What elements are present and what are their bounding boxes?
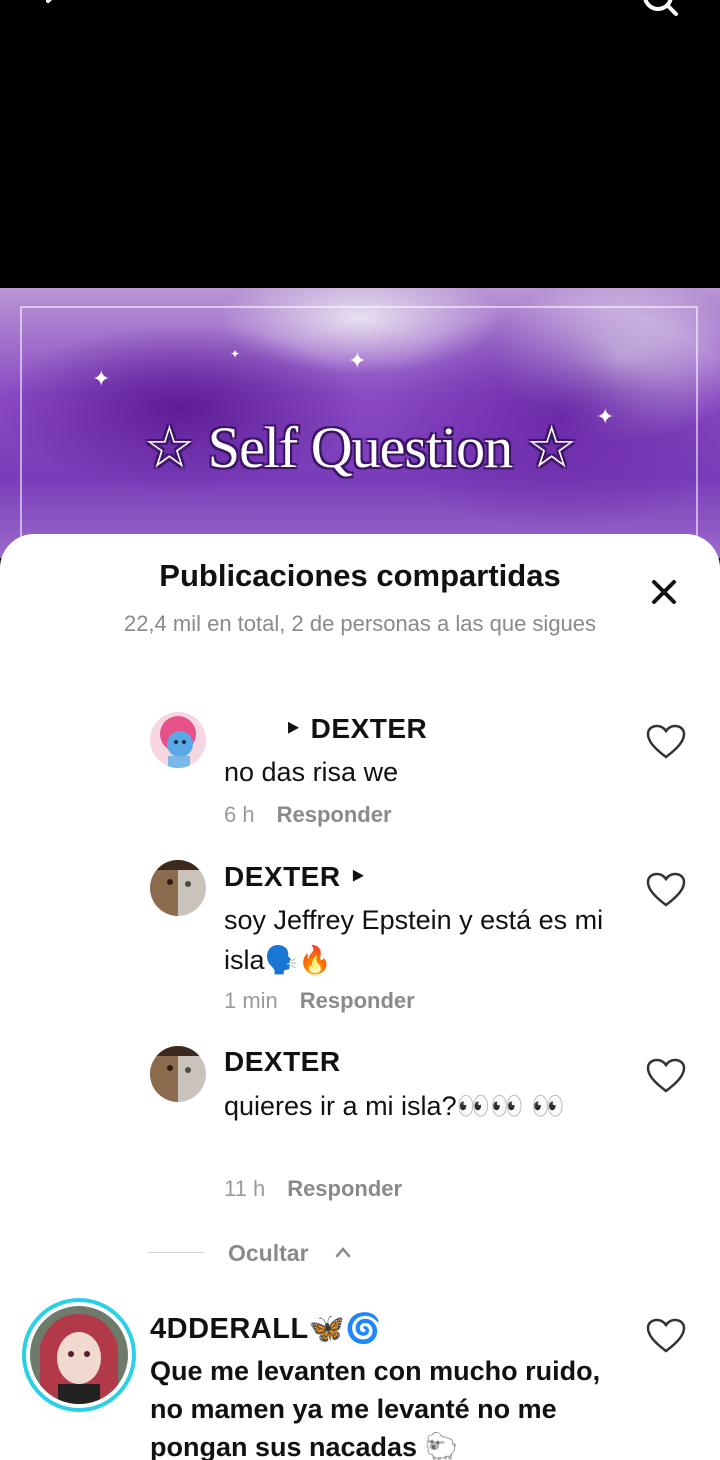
avatar[interactable]	[150, 1046, 206, 1102]
back-arrow-icon[interactable]	[40, 0, 70, 16]
reply-button[interactable]: Responder	[277, 802, 392, 827]
sheet-title: Publicaciones compartidas	[159, 558, 561, 593]
reply-author[interactable]: DEXTER	[224, 1046, 341, 1078]
avatar[interactable]	[150, 712, 206, 768]
reply-item: DEXTER ‣ soy Jeffrey Epstein y está es m…	[150, 860, 710, 1020]
reply-text: no das risa we	[224, 757, 399, 787]
comment-author[interactable]: 4DDERALL🦋🌀	[150, 1312, 382, 1346]
comment-text: Que me levanten con mucho ruido, no mame…	[150, 1356, 601, 1460]
divider	[148, 1252, 204, 1253]
sparkle-icon: ✦	[92, 366, 111, 391]
sparkle-icon: ✦	[230, 347, 241, 361]
close-button[interactable]	[640, 568, 688, 616]
heart-icon[interactable]	[646, 1058, 686, 1094]
reply-text: soy Jeffrey Epstein y está es mi isla🗣️🔥	[224, 905, 604, 975]
shared-posts-sheet: Publicaciones compartidas 22,4 mil en to…	[0, 534, 720, 1460]
heart-icon[interactable]	[646, 872, 686, 908]
hide-replies-label: Ocultar	[228, 1240, 309, 1266]
sheet-subtitle: 22,4 mil en total, 2 de personas a las q…	[123, 611, 597, 636]
heart-icon[interactable]	[646, 1318, 686, 1354]
reply-button[interactable]: Responder	[300, 988, 415, 1013]
chevron-up-icon	[335, 1247, 351, 1258]
top-bar	[0, 0, 720, 288]
reply-meta: 11 h Responder	[224, 1176, 402, 1202]
reply-time: 1 min	[224, 988, 278, 1013]
reply-button[interactable]: Responder	[287, 1176, 402, 1201]
banner-title: ☆ Self Question ☆	[143, 415, 577, 480]
reply-time: 11 h	[224, 1176, 266, 1201]
avatar-with-story-ring[interactable]	[22, 1298, 136, 1412]
reply-text: quieres ir a mi isla?👀👀 👀	[224, 1091, 565, 1121]
reply-meta: 6 h Responder	[224, 802, 392, 828]
reply-author[interactable]: DEXTER ‣	[224, 860, 367, 893]
reply-author[interactable]: ‣ DEXTER	[284, 712, 427, 745]
reply-item: DEXTER quieres ir a mi isla?👀👀 👀 11 h Res…	[150, 1046, 710, 1206]
search-icon[interactable]	[640, 0, 680, 18]
avatar[interactable]	[150, 860, 206, 916]
sparkle-icon: ✦	[348, 348, 367, 373]
reply-time: 6 h	[224, 802, 255, 827]
comment-item: 4DDERALL🦋🌀 Que me levanten con mucho rui…	[0, 1296, 720, 1460]
reply-meta: 1 min Responder	[224, 988, 415, 1014]
post-banner-image: ✦ ✦ ✦ ✦ ☆ Self Question ☆	[0, 288, 720, 558]
heart-icon[interactable]	[646, 724, 686, 760]
reply-item: ‣ DEXTER no das risa we 6 h Responder	[150, 712, 710, 832]
hide-replies-button[interactable]: Ocultar	[148, 1240, 448, 1270]
